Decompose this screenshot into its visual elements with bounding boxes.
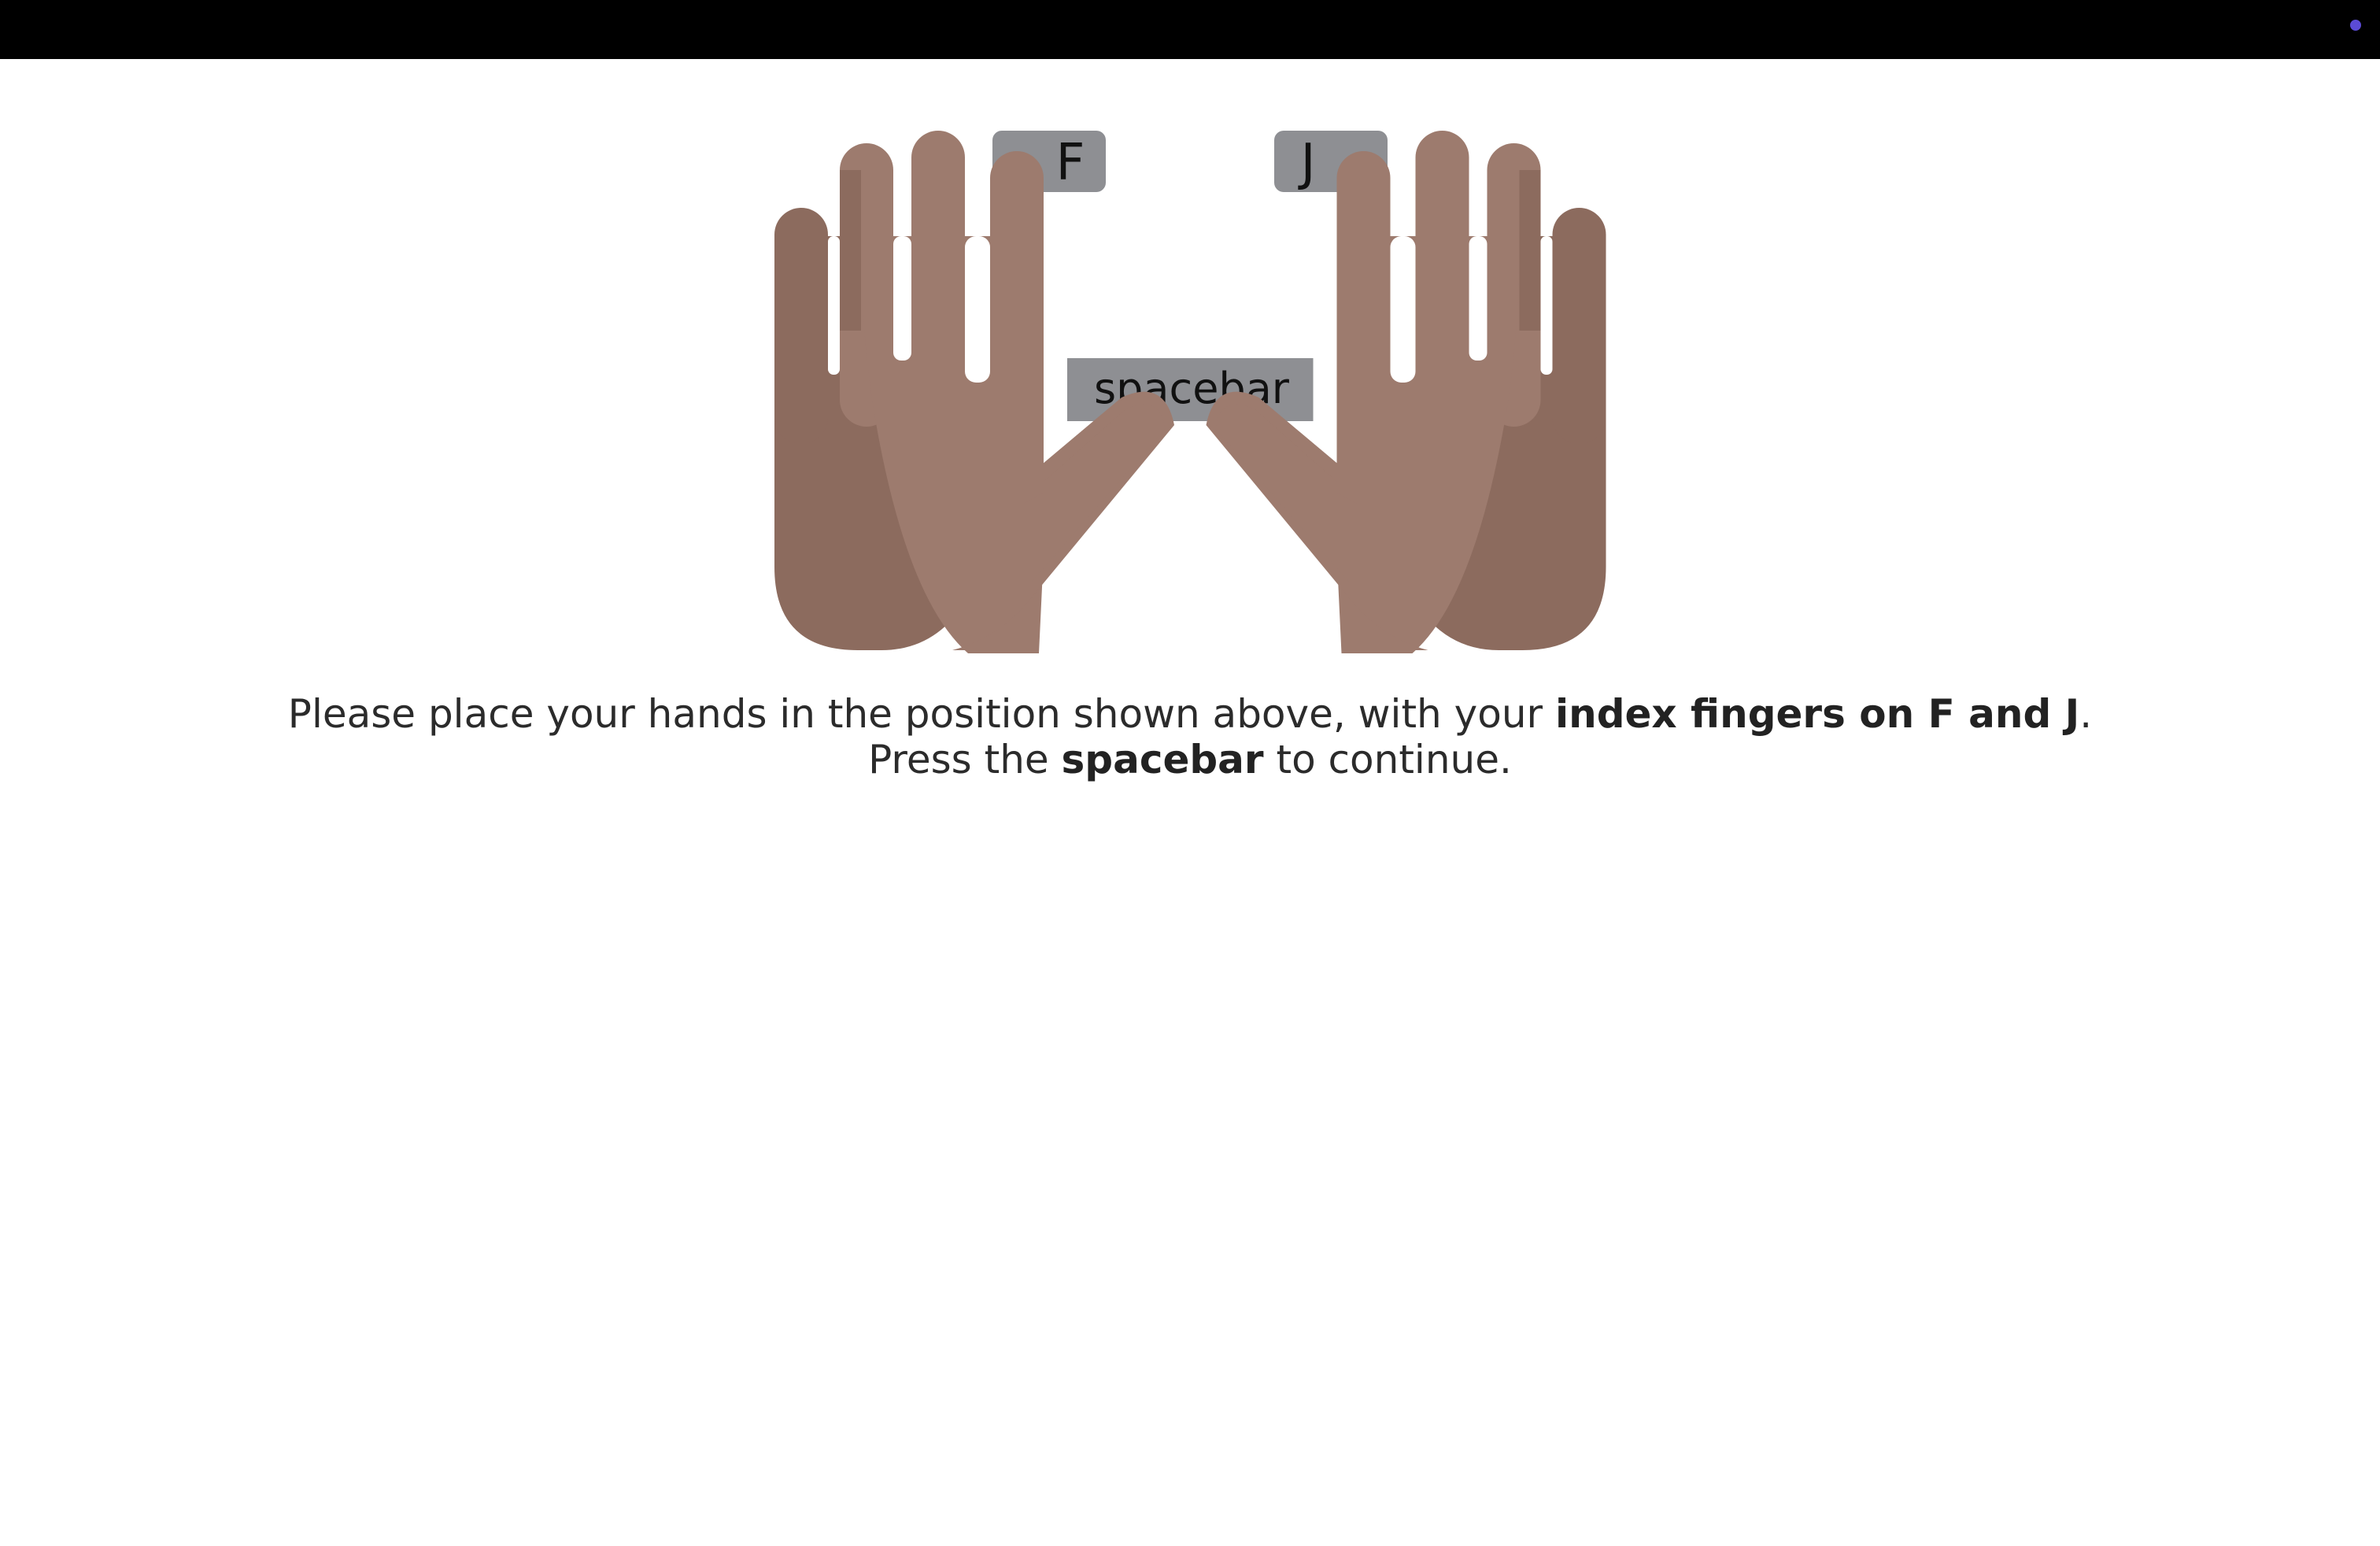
instructions-line-2-bold: spacebar	[1061, 737, 1264, 782]
instructions-line-2-prefix: Press the	[868, 737, 1062, 782]
hands-on-keyboard-illustration: F J spacebar	[774, 131, 1606, 653]
instructions-line-1-prefix: Please place your hands in the position …	[287, 691, 1555, 737]
instructions-line-1-suffix: .	[2079, 691, 2093, 737]
key-f-label: F	[1056, 134, 1085, 192]
key-j-label: J	[1298, 134, 1316, 192]
instructions-line-2: Press the spacebar to continue.	[0, 737, 2380, 782]
instructions-line-1: Please place your hands in the position …	[0, 691, 2380, 737]
instructions-line-1-bold: index fingers on F and J	[1554, 691, 2080, 737]
key-spacebar: spacebar	[1056, 358, 1324, 421]
instructions-text: Please place your hands in the position …	[0, 691, 2380, 782]
instructions-line-2-suffix: to continue.	[1263, 737, 1512, 782]
